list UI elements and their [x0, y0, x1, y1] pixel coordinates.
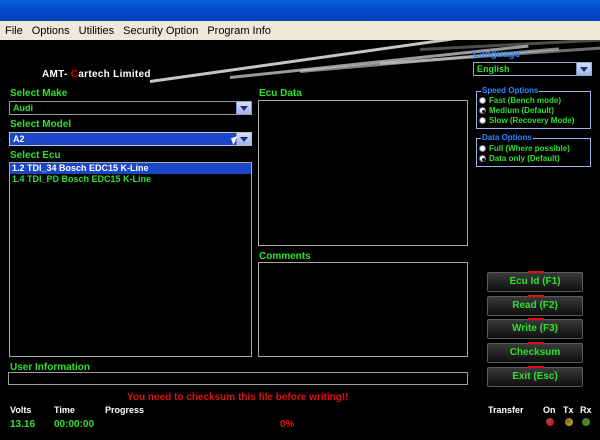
radio-icon [479, 145, 486, 152]
write-button[interactable]: Write (F3) [487, 318, 583, 339]
speed-options-group: Speed Options Fast (Bench mode) Medium (… [476, 86, 591, 129]
progress-value: 0% [280, 419, 295, 430]
speed-option-slow[interactable]: Slow (Recovery Mode) [477, 116, 590, 126]
user-info-bar [8, 372, 468, 385]
tx-label: Tx [563, 405, 574, 415]
select-model-label: Select Model [10, 119, 72, 130]
radio-icon [479, 97, 486, 104]
make-value: Audi [13, 103, 33, 113]
select-make-label: Select Make [10, 88, 68, 99]
menu-bar: File Options Utilities Security Option Progr… [0, 21, 600, 41]
company-logo: AMT- Cartech Limited [42, 69, 151, 80]
language-value: English [477, 64, 510, 74]
speed-option-medium[interactable]: Medium (Default) [477, 106, 590, 116]
select-ecu-label: Select Ecu [10, 150, 61, 161]
window-title-bar[interactable] [0, 0, 600, 21]
speed-option-fast[interactable]: Fast (Bench mode) [477, 96, 590, 106]
transfer-label: Transfer [488, 405, 524, 415]
tx-led-icon [565, 418, 573, 426]
data-options-title: Data Options [481, 133, 533, 142]
model-value: A2 [13, 134, 25, 144]
read-button[interactable]: Read (F2) [487, 295, 583, 316]
data-option-data-only[interactable]: Data only (Default) [477, 154, 590, 164]
exit-button[interactable]: Exit (Esc) [487, 366, 583, 387]
list-item[interactable]: 1.4 TDI_PD Bosch EDC15 K-Line [10, 174, 251, 185]
menu-utilities[interactable]: Utilities [74, 22, 118, 41]
radio-checked-icon [479, 107, 486, 114]
time-label: Time [54, 405, 75, 415]
comments-box[interactable] [258, 262, 468, 357]
language-label: Language [473, 49, 521, 60]
make-dropdown[interactable]: Audi [9, 101, 252, 115]
language-dropdown[interactable]: English [473, 62, 592, 76]
data-options-group: Data Options Full (Where possible) Data … [476, 133, 591, 167]
checksum-button[interactable]: Checksum [487, 342, 583, 363]
time-value: 00:00:00 [54, 419, 95, 430]
rx-label: Rx [580, 405, 592, 415]
menu-file[interactable]: File [0, 22, 27, 41]
ecu-data-box[interactable] [258, 100, 468, 246]
ecu-id-button[interactable]: Ecu Id (F1) [487, 271, 583, 292]
list-item[interactable]: 1.2 TDI_34 Bosch EDC15 K-Line [10, 163, 251, 174]
volts-value: 13.16 [10, 419, 36, 430]
data-option-full[interactable]: Full (Where possible) [477, 144, 590, 154]
radio-icon [479, 117, 486, 124]
menu-security-option[interactable]: Security Option [118, 22, 202, 41]
on-label: On [543, 405, 556, 415]
radio-checked-icon [479, 155, 486, 162]
speed-options-title: Speed Options [481, 86, 540, 95]
menu-options[interactable]: Options [27, 22, 74, 41]
chevron-down-icon[interactable] [236, 102, 251, 114]
chevron-down-icon[interactable] [576, 63, 591, 75]
comments-label: Comments [259, 251, 311, 262]
progress-label: Progress [105, 405, 145, 415]
menu-program-info[interactable]: Program Info [202, 22, 275, 41]
ecu-list[interactable]: 1.2 TDI_34 Bosch EDC15 K-Line 1.4 TDI_PD… [9, 162, 252, 357]
volts-label: Volts [10, 405, 32, 415]
model-dropdown[interactable]: A2 [9, 132, 252, 146]
on-led-icon [546, 418, 554, 426]
rx-led-icon [582, 418, 590, 426]
ecu-data-label: Ecu Data [259, 88, 302, 99]
checksum-warning-message: You need to checksum this file before wr… [127, 392, 349, 403]
